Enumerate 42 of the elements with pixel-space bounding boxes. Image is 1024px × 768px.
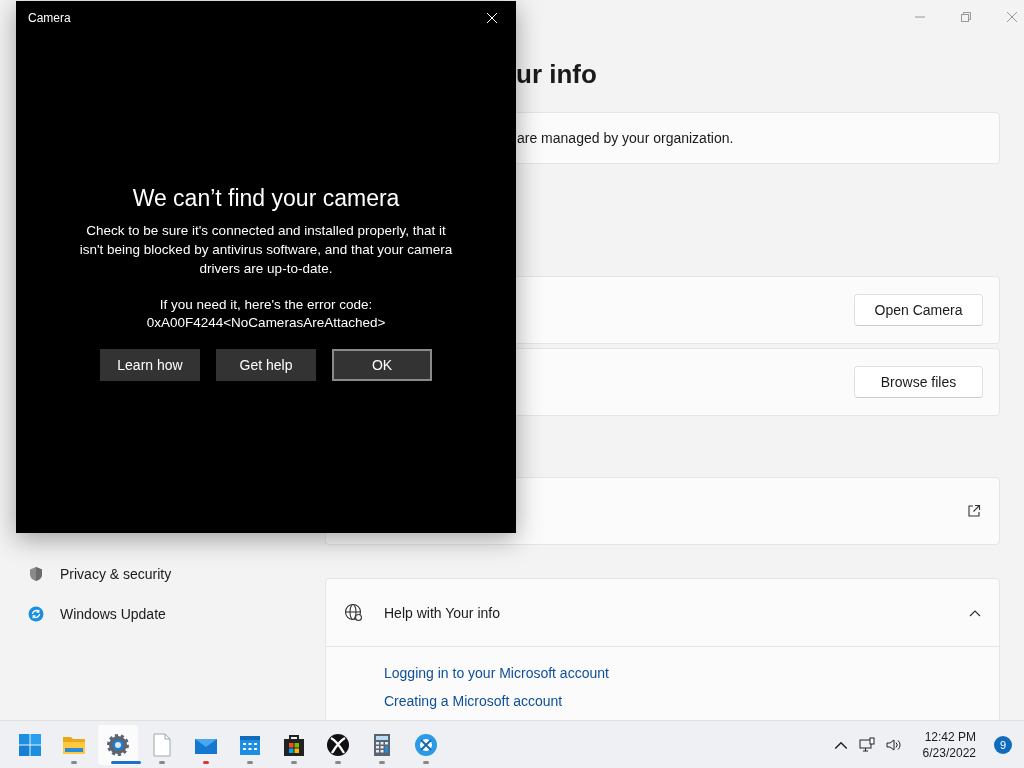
- clock[interactable]: 12:42 PM 6/23/2022: [922, 728, 976, 761]
- running-indicator: [203, 760, 209, 764]
- help-link[interactable]: Creating a Microsoft account: [384, 693, 563, 709]
- volume-icon[interactable]: [884, 736, 901, 753]
- network-icon[interactable]: [858, 736, 875, 753]
- running-indicator: [247, 760, 253, 764]
- running-indicator: [159, 760, 165, 764]
- error-code: 0xA00F4244<NoCamerasAreAttached>: [146, 314, 386, 332]
- external-link-icon: [967, 504, 981, 518]
- dialog-button[interactable]: OK: [332, 349, 432, 381]
- dialog-button[interactable]: Get help: [216, 349, 316, 381]
- running-indicator: [111, 760, 141, 764]
- window-title: Camera: [28, 11, 71, 25]
- notice-text: are managed by your organization.: [517, 130, 734, 146]
- update-icon: [28, 606, 44, 622]
- document-icon: [150, 732, 174, 757]
- restore-icon[interactable]: [960, 11, 972, 23]
- error-label: If you need it, here's the error code:: [159, 296, 373, 314]
- running-indicator: [291, 760, 297, 764]
- help-link[interactable]: Logging in to your Microsoft account: [384, 665, 609, 681]
- nav-item[interactable]: Privacy & security: [20, 556, 325, 592]
- running-indicator: [71, 760, 77, 764]
- running-indicator: [335, 760, 341, 764]
- dialog-button[interactable]: Learn how: [100, 349, 200, 381]
- notification-badge[interactable]: 9: [994, 735, 1012, 754]
- nav-item[interactable]: Windows Update: [20, 596, 325, 632]
- windows-logo-icon: [18, 732, 42, 757]
- time-text: 12:42 PM: [924, 728, 976, 745]
- shield-icon: [28, 566, 44, 582]
- action-button[interactable]: Open Camera: [854, 294, 983, 326]
- section-title: Help with Your info: [384, 604, 501, 621]
- running-indicator: [379, 760, 385, 764]
- shopping-bag-icon: [282, 732, 306, 757]
- page-title: ur info: [515, 58, 597, 91]
- action-button[interactable]: Browse files: [854, 366, 983, 398]
- chevron-up-icon[interactable]: [969, 608, 981, 617]
- gear-icon: [106, 732, 130, 757]
- error-message: Check to be sure it's connected and installed properly, that it isn't being blocked by antivirus software, and that your camera drivers are up-to-date.: [78, 222, 454, 278]
- date-text: 6/23/2022: [922, 744, 976, 761]
- globe-icon: [344, 602, 364, 623]
- running-indicator: [423, 760, 429, 764]
- error-heading: We can’t find your camera: [132, 184, 400, 213]
